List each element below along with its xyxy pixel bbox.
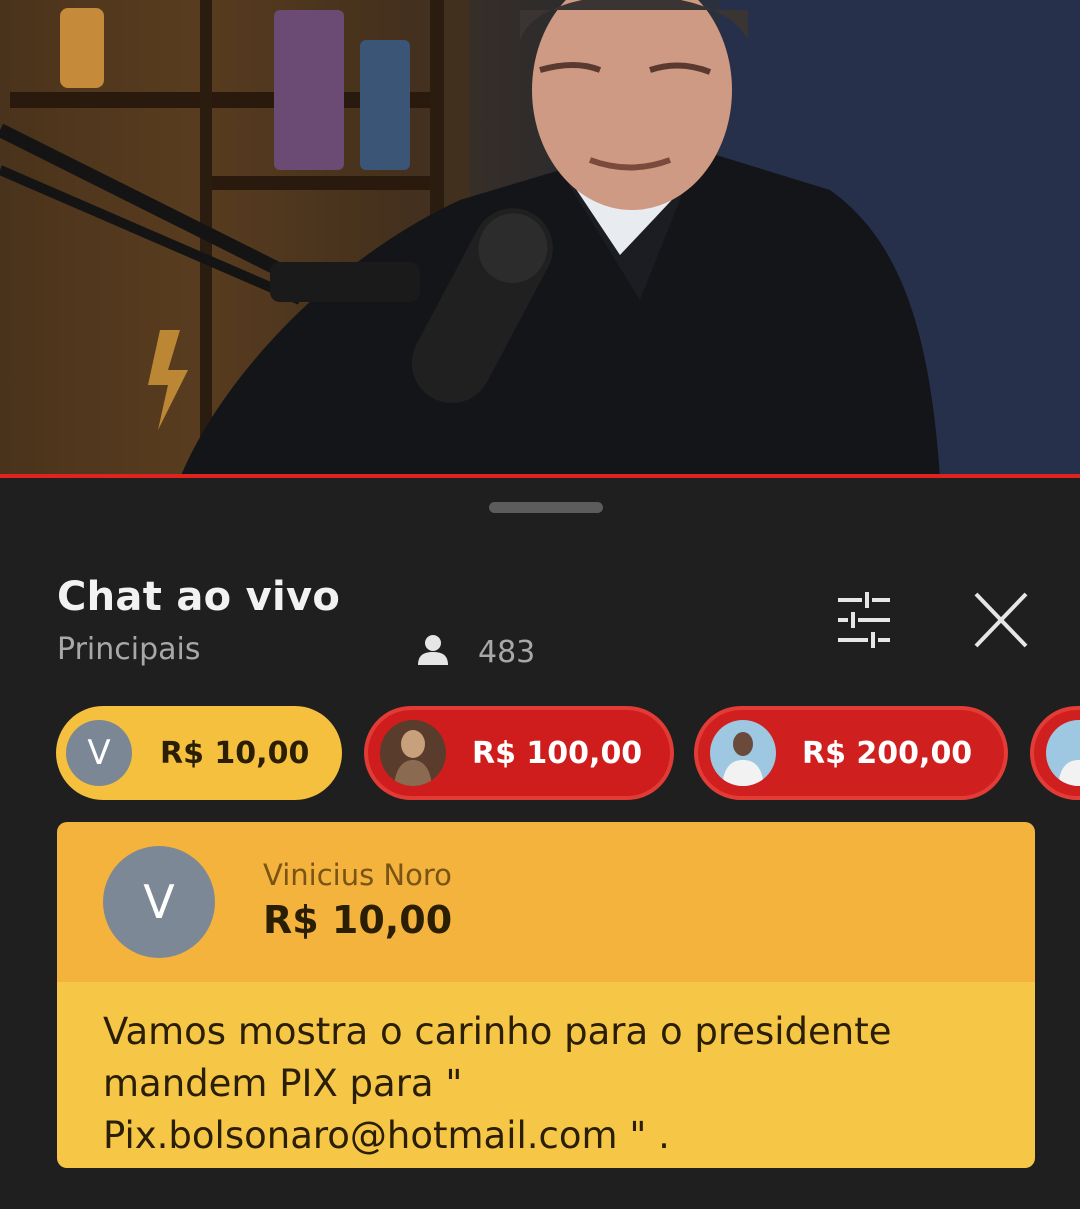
pinned-super-chat[interactable]: V Vinicius Noro R$ 10,00 Vamos mostra o …	[57, 822, 1035, 1168]
super-chat-header: V Vinicius Noro R$ 10,00	[57, 822, 1035, 982]
ticker-amount: R$ 200,00	[802, 735, 973, 771]
ticker-item[interactable]	[1030, 706, 1080, 800]
super-chat-tickers: V R$ 10,00 R$ 100,00 R$ 200,00	[0, 706, 1080, 802]
ticker-amount: R$ 100,00	[472, 735, 643, 771]
message-line: Vamos mostra o carinho para o presidente	[103, 1010, 892, 1053]
avatar	[380, 720, 446, 786]
chat-mode-selector[interactable]: Principais	[57, 632, 200, 667]
super-chat-message: Vamos mostra o carinho para o presidente…	[103, 1006, 983, 1162]
live-stream-page: Chat ao vivo Principais 483 V R$ 10,00 R…	[0, 0, 1080, 1209]
author-name: Vinicius Noro	[263, 858, 452, 892]
message-line: mandem PIX para "	[103, 1062, 463, 1105]
filter-button[interactable]	[828, 590, 900, 650]
filter-sliders-icon	[828, 592, 900, 654]
avatar	[1046, 720, 1080, 786]
viewer-count-value: 483	[478, 634, 536, 670]
chat-title: Chat ao vivo	[57, 574, 341, 620]
close-icon	[966, 592, 1036, 656]
ticker-item[interactable]: R$ 200,00	[694, 706, 1008, 800]
message-line: Pix.bolsonaro@hotmail.com " .	[103, 1114, 670, 1157]
super-chat-amount: R$ 10,00	[263, 898, 453, 942]
ticker-item[interactable]: V R$ 10,00	[56, 706, 342, 800]
ticker-item[interactable]: R$ 100,00	[364, 706, 674, 800]
drag-handle[interactable]	[489, 502, 603, 513]
live-chat-panel: Chat ao vivo Principais 483 V R$ 10,00 R…	[0, 478, 1080, 1209]
ticker-amount: R$ 10,00	[160, 735, 310, 771]
video-player[interactable]	[0, 0, 1080, 478]
close-button[interactable]	[966, 590, 1036, 652]
avatar: V	[103, 846, 215, 958]
super-chat-body: Vamos mostra o carinho para o presidente…	[57, 982, 1035, 1168]
avatar	[710, 720, 776, 786]
person-icon	[416, 633, 450, 671]
viewer-count: 483	[416, 632, 535, 672]
avatar: V	[66, 720, 132, 786]
video-frame	[0, 0, 1080, 478]
